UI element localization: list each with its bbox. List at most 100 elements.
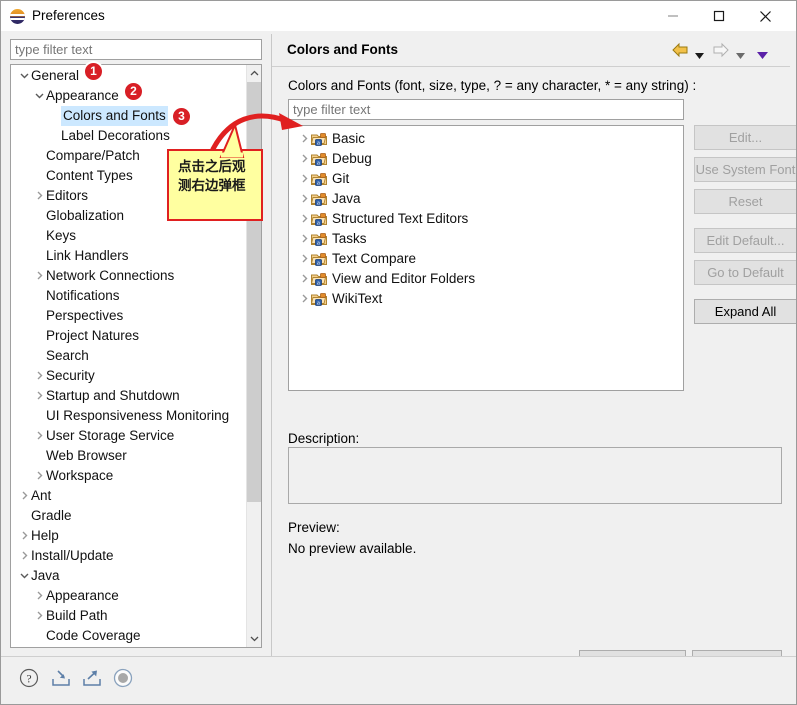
chevron-down-icon[interactable] (32, 86, 46, 106)
preference-tree-item[interactable]: Gradle (11, 506, 247, 526)
category-folder-icon: a (310, 272, 327, 287)
page-menu-chevron-down-icon[interactable] (757, 47, 768, 62)
preview-text: No preview available. (288, 541, 417, 556)
category-folder-icon: a (310, 172, 327, 187)
preference-tree-item-label: Web Browser (46, 448, 127, 463)
preference-tree-item[interactable]: Label Decorations (11, 126, 247, 146)
preference-tree-item[interactable]: Ant (11, 486, 247, 506)
chevron-right-icon[interactable] (297, 129, 311, 149)
colors-and-fonts-tree[interactable]: a Basic a Debug a Git a Java a Structured Text Ed… (288, 125, 684, 391)
forward-dropdown-chevron-down-icon[interactable] (736, 47, 745, 62)
preference-tree-item[interactable]: Notifications (11, 286, 247, 306)
chevron-right-icon[interactable] (32, 186, 46, 206)
chevron-right-icon[interactable] (297, 289, 311, 309)
chevron-right-icon[interactable] (32, 426, 46, 446)
category-folder-icon: a (310, 212, 327, 227)
preferences-window: Preferences General Appearance Colors and … (0, 0, 797, 705)
record-icon[interactable] (113, 668, 133, 691)
help-icon[interactable]: ? (19, 668, 39, 691)
chevron-right-icon[interactable] (297, 249, 311, 269)
chevron-right-icon[interactable] (297, 189, 311, 209)
left-filter-input[interactable] (10, 39, 262, 60)
colors-fonts-category-row[interactable]: a Debug (289, 149, 683, 169)
chevron-right-icon[interactable] (297, 269, 311, 289)
export-icon[interactable] (82, 668, 102, 691)
preference-tree-item[interactable]: Help (11, 526, 247, 546)
colors-fonts-category-row[interactable]: a Git (289, 169, 683, 189)
chevron-right-icon[interactable] (17, 526, 31, 546)
colors-fonts-category-row[interactable]: a Text Compare (289, 249, 683, 269)
preference-tree-item[interactable]: Build Path (11, 606, 247, 626)
annotation-callout-text: 点击之后观测右边弹框 (178, 159, 246, 194)
preference-tree-item[interactable]: User Storage Service (11, 426, 247, 446)
preference-tree-item[interactable]: UI Responsiveness Monitoring (11, 406, 247, 426)
colors-fonts-category-row[interactable]: a WikiText (289, 289, 683, 309)
preference-tree-item[interactable]: Java (11, 566, 247, 586)
close-button[interactable] (742, 1, 788, 31)
preference-tree-item-label: Ant (31, 488, 52, 503)
forward-arrow-icon[interactable] (712, 42, 730, 61)
svg-text:?: ? (26, 674, 31, 686)
chevron-right-icon[interactable] (297, 149, 311, 169)
scroll-up-icon[interactable] (247, 65, 261, 82)
chevron-right-icon[interactable] (32, 266, 46, 286)
preference-tree-item[interactable]: Keys (11, 226, 247, 246)
colors-fonts-category-label: Git (332, 171, 350, 186)
preference-tree-item[interactable]: Project Natures (11, 326, 247, 346)
preference-tree-item-label: Startup and Shutdown (46, 388, 180, 403)
chevron-right-icon[interactable] (32, 606, 46, 626)
preference-tree-item-label: UI Responsiveness Monitoring (46, 408, 230, 423)
chevron-right-icon[interactable] (32, 386, 46, 406)
colors-fonts-category-label: Structured Text Editors (332, 211, 469, 226)
category-folder-icon: a (310, 252, 327, 267)
chevron-down-icon[interactable] (17, 66, 31, 86)
back-dropdown-chevron-down-icon[interactable] (695, 47, 704, 62)
edit-button: Edit... (694, 125, 796, 150)
category-folder-icon: a (310, 152, 327, 167)
chevron-right-icon[interactable] (32, 586, 46, 606)
title-divider (272, 66, 790, 67)
preference-tree-item-label: General (31, 68, 80, 83)
preference-tree-item[interactable]: Web Browser (11, 446, 247, 466)
preference-tree-item[interactable]: Code Coverage (11, 626, 247, 646)
preference-tree-item[interactable]: Appearance (11, 586, 247, 606)
chevron-right-icon[interactable] (297, 169, 311, 189)
colors-fonts-category-row[interactable]: a Basic (289, 129, 683, 149)
scroll-down-icon[interactable] (247, 630, 261, 647)
category-folder-icon: a (310, 132, 327, 147)
description-box (288, 447, 782, 504)
chevron-right-icon[interactable] (32, 366, 46, 386)
svg-text:a: a (317, 200, 320, 206)
preference-tree-item[interactable]: Search (11, 346, 247, 366)
minimize-button[interactable] (650, 1, 696, 31)
colors-fonts-category-row[interactable]: a View and Editor Folders (289, 269, 683, 289)
colors-fonts-category-row[interactable]: a Tasks (289, 229, 683, 249)
preference-tree-item[interactable]: Link Handlers (11, 246, 247, 266)
preference-tree-item-label: User Storage Service (46, 428, 175, 443)
preference-tree-item-label: Label Decorations (61, 128, 170, 143)
eclipse-logo-icon (10, 9, 25, 24)
chevron-down-icon[interactable] (17, 566, 31, 586)
preference-tree-item[interactable]: Install/Update (11, 546, 247, 566)
chevron-right-icon[interactable] (32, 466, 46, 486)
import-icon[interactable] (51, 668, 71, 691)
expand-all-button[interactable]: Expand All (694, 299, 796, 324)
chevron-right-icon[interactable] (297, 229, 311, 249)
chevron-right-icon[interactable] (297, 209, 311, 229)
chevron-right-icon[interactable] (17, 546, 31, 566)
preference-tree-item[interactable]: Perspectives (11, 306, 247, 326)
colors-fonts-filter-input[interactable] (288, 99, 684, 120)
preference-tree-item-label: Java (31, 568, 60, 583)
chevron-right-icon[interactable] (17, 486, 31, 506)
preference-tree-item[interactable]: Network Connections (11, 266, 247, 286)
preference-tree-item[interactable]: Security (11, 366, 247, 386)
colors-fonts-category-row[interactable]: a Structured Text Editors (289, 209, 683, 229)
svg-text:a: a (317, 260, 320, 266)
colors-fonts-button-column: Edit... Use System Font Reset Edit Default.… (694, 125, 796, 331)
maximize-button[interactable] (696, 1, 742, 31)
colors-fonts-category-row[interactable]: a Java (289, 189, 683, 209)
preference-tree-item[interactable]: Colors and Fonts (11, 106, 247, 126)
preference-tree-item[interactable]: Workspace (11, 466, 247, 486)
back-arrow-icon[interactable] (671, 42, 689, 61)
preference-tree-item[interactable]: Startup and Shutdown (11, 386, 247, 406)
